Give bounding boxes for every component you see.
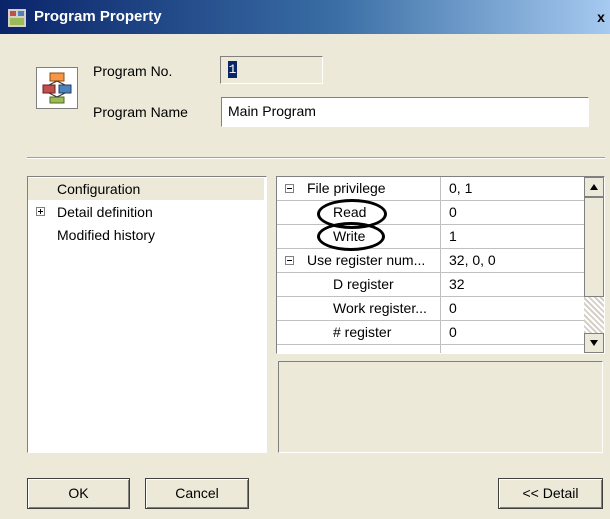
tree-item-modified-history[interactable]: Modified history: [28, 224, 264, 246]
close-button[interactable]: x: [592, 8, 610, 26]
detail-toggle-button[interactable]: << Detail: [498, 478, 603, 509]
grid-row-name: # register: [333, 324, 392, 340]
program-flowchart-icon: [36, 67, 78, 109]
program-property-dialog: Program Property x Program No. 1 Program…: [0, 0, 610, 519]
grid-row-value: 1: [449, 228, 457, 244]
grid-row[interactable]: D register 32: [277, 273, 584, 297]
program-no-value: 1: [228, 61, 237, 78]
tree-item-configuration[interactable]: Configuration: [28, 178, 264, 200]
grid-row-value: 32: [449, 276, 465, 292]
write-highlight-ellipse: [317, 222, 385, 251]
scroll-up-button[interactable]: [584, 177, 604, 197]
scroll-track[interactable]: [584, 297, 604, 333]
grid-row-value: 0: [449, 300, 457, 316]
grid-row-name: File privilege: [307, 180, 386, 196]
program-name-field[interactable]: Main Program: [221, 97, 589, 127]
grid-row-value: 32, 0, 0: [449, 252, 496, 268]
grid-row-name: D register: [333, 276, 394, 292]
property-grid[interactable]: File privilege 0, 1 Read 0 Write 1 Use r…: [276, 176, 605, 354]
scroll-down-arrow-icon: [590, 340, 598, 346]
grid-row[interactable]: # register 0: [277, 321, 584, 345]
expand-plus-icon[interactable]: [36, 207, 45, 216]
grid-row-value: 0: [449, 204, 457, 220]
grid-row[interactable]: Use register num... 32, 0, 0: [277, 249, 584, 273]
program-name-label: Program Name: [93, 104, 188, 120]
collapse-minus-icon[interactable]: [285, 184, 294, 193]
grid-row[interactable]: Work register... 0: [277, 297, 584, 321]
tree-item-label: Modified history: [57, 227, 156, 243]
program-no-field[interactable]: 1: [220, 56, 323, 84]
collapse-minus-icon[interactable]: [285, 256, 294, 265]
tree-item-label: Configuration: [57, 181, 141, 197]
grid-row[interactable]: File privilege 0, 1: [277, 177, 584, 201]
cancel-button[interactable]: Cancel: [145, 478, 249, 509]
window-title: Program Property: [34, 8, 162, 25]
grid-row-name: Use register num...: [307, 252, 426, 268]
ok-button[interactable]: OK: [27, 478, 130, 509]
tree-item-label: Detail definition: [57, 204, 153, 220]
program-property-icon: [8, 9, 26, 27]
scroll-up-arrow-icon: [590, 184, 598, 190]
scroll-thumb[interactable]: [584, 197, 604, 297]
scroll-down-button[interactable]: [584, 333, 604, 353]
grid-row-name: Work register...: [333, 300, 427, 316]
grid-row-value: 0, 1: [449, 180, 473, 196]
separator-line: [27, 157, 605, 159]
property-description-panel: [278, 361, 603, 453]
title-bar[interactable]: Program Property x: [0, 0, 610, 34]
tree-item-detail-definition[interactable]: Detail definition: [28, 201, 264, 223]
category-tree[interactable]: Configuration Detail definition Modified…: [27, 176, 267, 453]
program-no-label: Program No.: [93, 63, 173, 79]
grid-row-value: 0: [449, 324, 457, 340]
grid-scrollbar[interactable]: [584, 177, 604, 353]
